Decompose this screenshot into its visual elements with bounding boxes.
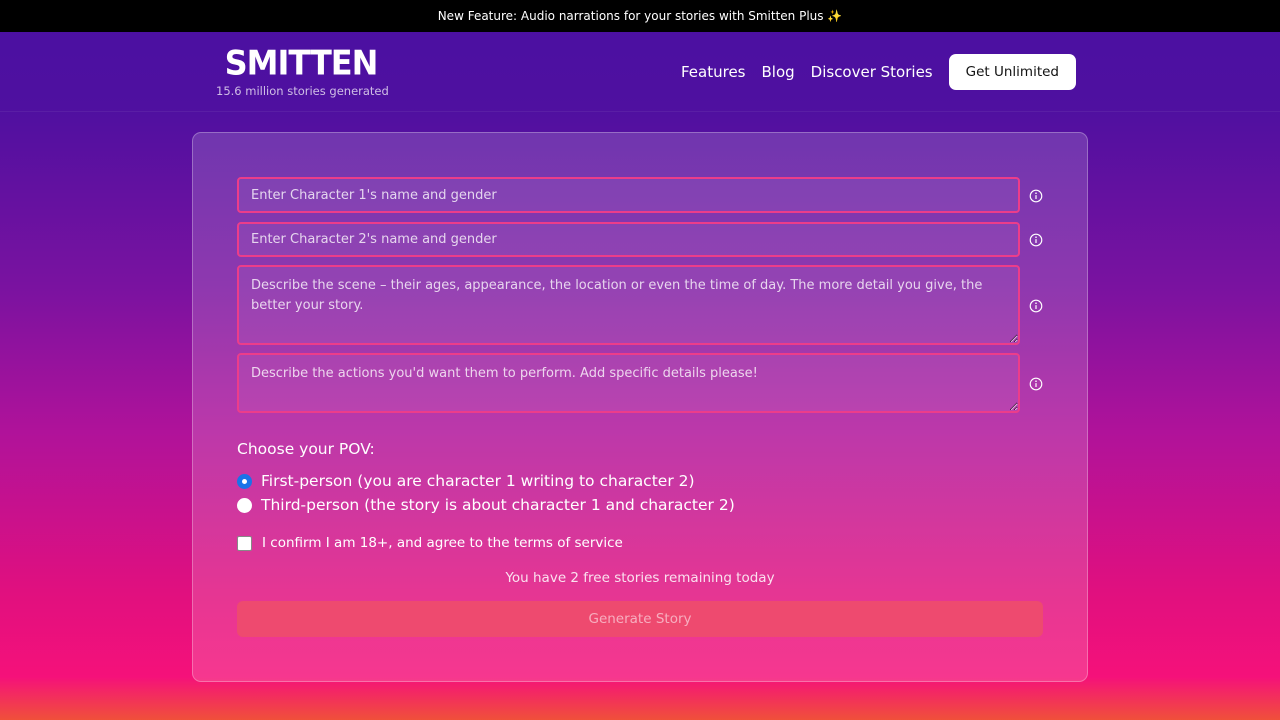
character1-input[interactable]	[237, 177, 1020, 213]
nav-link-blog[interactable]: Blog	[761, 63, 794, 81]
site-header: SMITTEN 15.6 million stories generated F…	[0, 32, 1280, 112]
age-confirm-label: I confirm I am 18+, and agree to the ter…	[262, 535, 623, 551]
radio-selected-icon[interactable]	[237, 473, 252, 489]
get-unlimited-button[interactable]: Get Unlimited	[948, 54, 1076, 90]
generate-story-button[interactable]: Generate Story	[237, 601, 1043, 637]
scene-description-textarea[interactable]	[237, 265, 1020, 345]
pov-option-label: Third-person (the story is about charact…	[261, 496, 735, 514]
radio-unselected-icon[interactable]	[237, 497, 252, 513]
story-form-card: Choose your POV: First-person (you are c…	[192, 132, 1088, 682]
announcement-banner[interactable]: New Feature: Audio narrations for your s…	[0, 0, 1280, 32]
info-circle-icon[interactable]	[1029, 377, 1043, 391]
nav-link-features[interactable]: Features	[681, 63, 746, 81]
info-circle-icon[interactable]	[1029, 299, 1043, 313]
pov-option-third-person[interactable]: Third-person (the story is about charact…	[237, 496, 735, 514]
info-circle-icon[interactable]	[1029, 233, 1043, 247]
logo[interactable]: SMITTEN 15.6 million stories generated	[216, 43, 389, 98]
character2-input[interactable]	[237, 222, 1020, 257]
age-confirmation[interactable]: I confirm I am 18+, and agree to the ter…	[237, 535, 623, 551]
main-nav: Features Blog Discover Stories Get Unlim…	[681, 54, 1076, 90]
logo-wordmark: SMITTEN	[224, 43, 379, 83]
age-confirm-checkbox[interactable]	[237, 535, 252, 551]
actions-description-textarea[interactable]	[237, 353, 1020, 413]
nav-link-discover-stories[interactable]: Discover Stories	[811, 63, 933, 81]
pov-option-label: First-person (you are character 1 writin…	[261, 472, 695, 490]
banner-text: New Feature: Audio narrations for your s…	[437, 9, 843, 23]
info-circle-icon[interactable]	[1029, 189, 1043, 203]
stories-count-tagline: 15.6 million stories generated	[216, 84, 389, 98]
pov-option-first-person[interactable]: First-person (you are character 1 writin…	[237, 472, 695, 490]
remaining-stories-text: You have 2 free stories remaining today	[505, 570, 775, 586]
pov-title: Choose your POV:	[237, 440, 375, 458]
